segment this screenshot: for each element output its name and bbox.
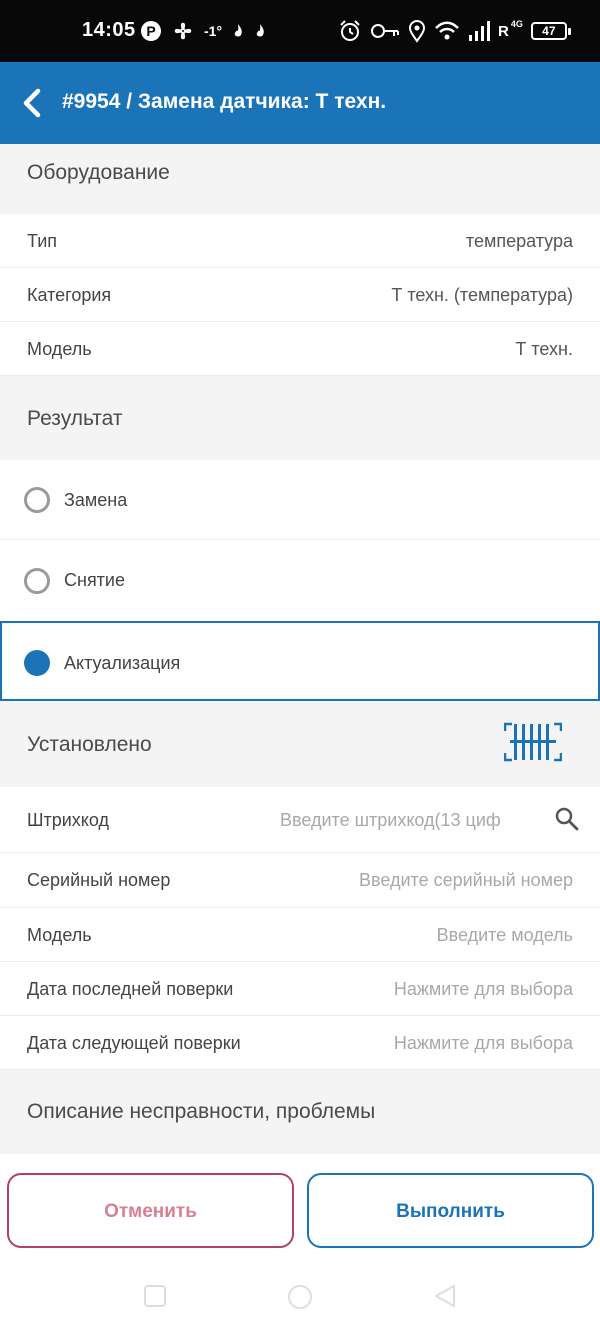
equipment-row-model: Модель Т техн. — [0, 322, 600, 376]
row-value: Т техн. (температура) — [391, 285, 573, 305]
barcode-input[interactable]: Введите штрихкод(13 циф — [280, 810, 520, 831]
status-network-type: 4G — [510, 19, 523, 29]
radio-unchecked-icon[interactable] — [24, 487, 50, 513]
signal-icon — [469, 21, 490, 41]
result-section-header: Результат — [0, 376, 600, 460]
field-label: Серийный номер — [27, 870, 171, 890]
status-time: 14:05 — [82, 19, 136, 41]
search-icon[interactable] — [554, 806, 580, 832]
next-verification-date-picker[interactable]: Нажмите для выбора — [394, 1033, 573, 1054]
row-label: Категория — [27, 285, 112, 305]
home-icon[interactable] — [287, 1284, 313, 1310]
svg-text:Р: Р — [146, 23, 155, 39]
next-verification-date-field[interactable]: Дата следующей поверки Нажмите для выбор… — [0, 1016, 600, 1070]
alarm-icon — [340, 20, 360, 41]
field-label: Модель — [27, 925, 92, 945]
radio-option-update[interactable]: Актуализация — [0, 621, 600, 701]
flame-icon — [256, 24, 264, 37]
flame-icon — [234, 24, 242, 37]
radio-option-replace[interactable]: Замена — [0, 460, 600, 540]
page-title: #9954 / Замена датчика: Т техн. — [62, 90, 387, 113]
problem-section-header: Описание несправности, проблемы — [0, 1070, 600, 1154]
field-label: Дата последней поверки — [27, 979, 234, 999]
section-title: Описание несправности, проблемы — [27, 1100, 376, 1123]
radio-label: Снятие — [64, 570, 125, 590]
app-notification-icon: Р — [141, 21, 161, 41]
app-bar: #9954 / Замена датчика: Т техн. — [0, 62, 600, 144]
equipment-row-type: Тип температура — [0, 214, 600, 268]
section-title: Установлено — [27, 733, 152, 756]
radio-option-remove[interactable]: Снятие — [0, 540, 600, 621]
last-verification-date-field[interactable]: Дата последней поверки Нажмите для выбор… — [0, 962, 600, 1016]
equipment-section-header: Оборудование — [0, 144, 600, 214]
barcode-scan-icon[interactable] — [504, 722, 562, 762]
wifi-icon — [435, 21, 459, 40]
row-label: Тип — [27, 231, 58, 251]
status-bar: 14:05 Р -1° R 4G 47 — [0, 0, 600, 62]
cancel-button[interactable]: Отменить — [7, 1173, 294, 1248]
model-input[interactable]: Введите модель — [437, 925, 573, 946]
location-icon — [408, 20, 426, 43]
field-label: Дата следующей поверки — [27, 1033, 241, 1053]
key-icon — [371, 24, 399, 38]
radio-unchecked-icon[interactable] — [24, 568, 50, 594]
field-label: Штрихкод — [27, 810, 110, 830]
model-field[interactable]: Модель Введите модель — [0, 908, 600, 962]
section-title: Оборудование — [27, 161, 170, 184]
radio-label: Актуализация — [64, 653, 181, 673]
back-arrow-icon[interactable] — [16, 86, 50, 120]
recent-apps-icon[interactable] — [143, 1284, 167, 1308]
equipment-row-category: Категория Т техн. (температура) — [0, 268, 600, 322]
status-temperature: -1° — [204, 23, 223, 39]
status-network: R — [498, 22, 509, 40]
fan-icon — [174, 22, 192, 40]
barcode-field[interactable]: Штрихкод Введите штрихкод(13 циф — [0, 787, 600, 853]
serial-number-input[interactable]: Введите серийный номер — [359, 870, 573, 891]
last-verification-date-picker[interactable]: Нажмите для выбора — [394, 979, 573, 1000]
battery-icon: 47 — [530, 22, 571, 40]
radio-checked-icon[interactable] — [24, 650, 50, 676]
submit-button[interactable]: Выполнить — [307, 1173, 594, 1248]
row-label: Модель — [27, 339, 92, 359]
serial-number-field[interactable]: Серийный номер Введите серийный номер — [0, 853, 600, 908]
row-value: Т техн. — [515, 339, 573, 359]
section-title: Результат — [27, 407, 123, 430]
back-icon[interactable] — [433, 1284, 457, 1308]
row-value: температура — [465, 231, 573, 251]
radio-label: Замена — [64, 490, 128, 510]
system-nav-bar — [0, 1260, 600, 1333]
